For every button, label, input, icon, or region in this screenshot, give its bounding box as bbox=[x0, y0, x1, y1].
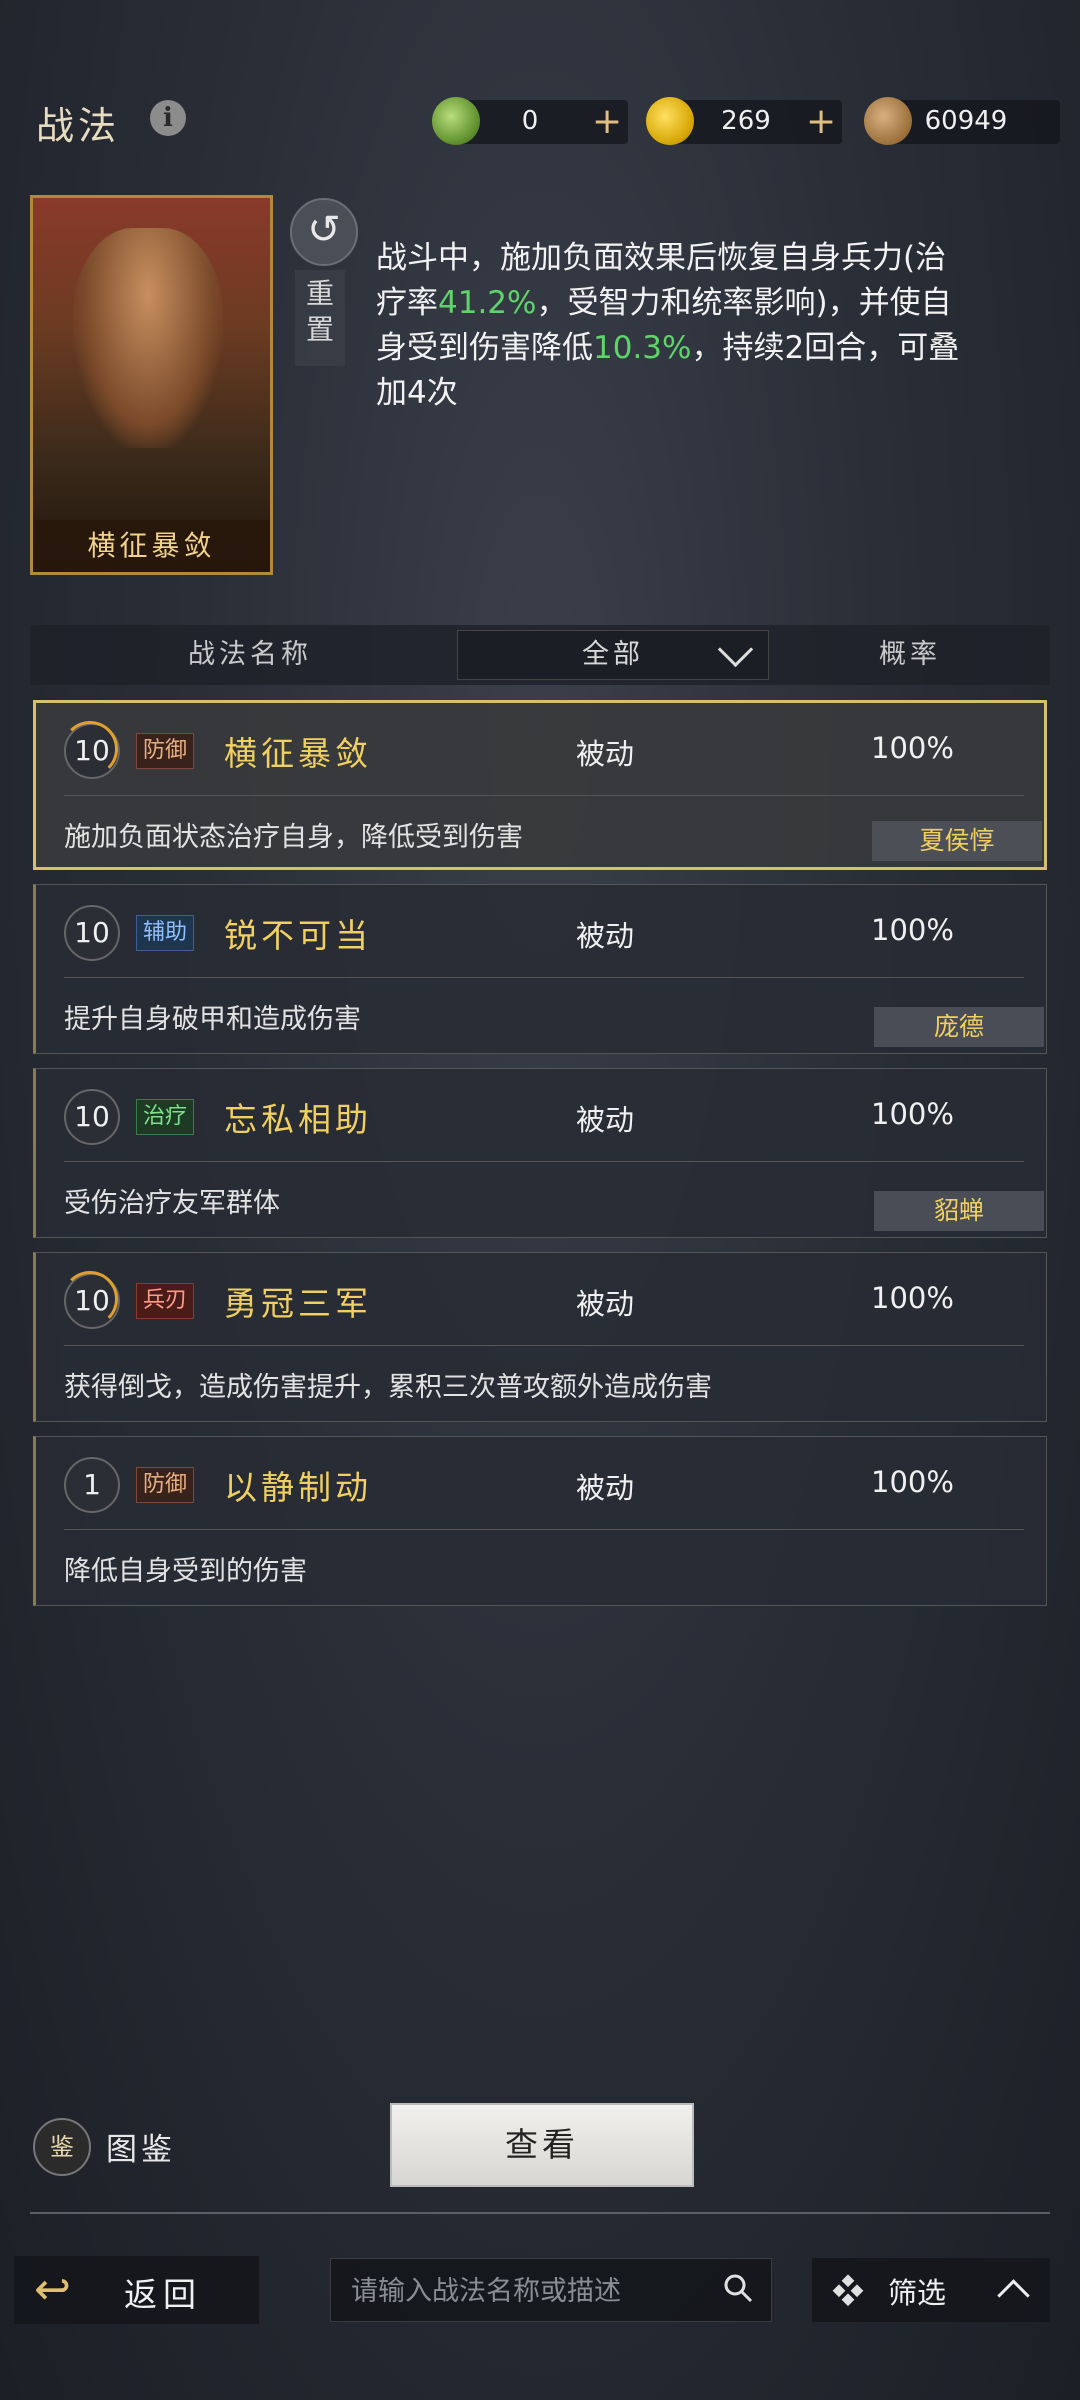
skill-name: 勇冠三军 bbox=[224, 1284, 372, 1323]
skill-owner: 貂蝉 bbox=[874, 1191, 1044, 1231]
skill-tag: 防御 bbox=[136, 1467, 195, 1503]
skill-summary: 提升自身破甲和造成伤害 bbox=[64, 1004, 361, 1035]
skill-tag: 治疗 bbox=[136, 1099, 195, 1135]
skill-name: 忘私相助 bbox=[224, 1100, 372, 1139]
col-rate-header: 概率 bbox=[879, 639, 941, 670]
skill-row[interactable]: 10 治疗 忘私相助 被动 100% 受伤治疗友军群体 貂蝉 bbox=[33, 1068, 1047, 1238]
gold-coin-icon bbox=[646, 97, 694, 145]
skill-description: 战斗中，施加负面效果后恢复自身兵力(治疗率41.2%，受智力和统率影响)，并使自… bbox=[376, 236, 976, 416]
chevron-down-icon bbox=[717, 631, 754, 668]
skill-type: 被动 bbox=[576, 1471, 635, 1505]
skill-owner: 庞德 bbox=[874, 1007, 1044, 1047]
atlas-icon[interactable]: 鉴 bbox=[33, 2118, 91, 2176]
reset-icon[interactable]: ↺ bbox=[290, 198, 358, 266]
skill-name: 以静制动 bbox=[224, 1468, 372, 1507]
skill-type: 被动 bbox=[576, 919, 635, 953]
row-divider bbox=[64, 795, 1024, 796]
skill-row[interactable]: 10 兵刃 勇冠三军 被动 100% 获得倒戈，造成伤害提升，累积三次普攻额外造… bbox=[33, 1252, 1047, 1422]
skill-rate: 100% bbox=[871, 1465, 954, 1499]
skill-row[interactable]: 10 辅助 锐不可当 被动 100% 提升自身破甲和造成伤害 庞德 bbox=[33, 884, 1047, 1054]
skill-rate: 100% bbox=[871, 1097, 954, 1131]
row-divider bbox=[64, 1529, 1024, 1530]
skill-rate: 100% bbox=[871, 913, 954, 947]
type-filter-dropdown[interactable]: 全部 bbox=[457, 630, 769, 680]
add-jade-plus-icon[interactable]: + bbox=[592, 100, 622, 144]
skill-row[interactable]: 1 防御 以静制动 被动 100% 降低自身受到的伤害 bbox=[33, 1436, 1047, 1606]
back-button[interactable]: ↩ 返回 bbox=[14, 2256, 259, 2324]
col-name-header: 战法名称 bbox=[188, 639, 312, 670]
bottom-divider bbox=[30, 2212, 1050, 2214]
level-progress-arc bbox=[62, 1271, 118, 1327]
skill-tag: 辅助 bbox=[136, 915, 195, 951]
skill-tag: 防御 bbox=[136, 733, 195, 769]
skill-rate: 100% bbox=[871, 1281, 954, 1315]
skill-name: 横征暴敛 bbox=[224, 734, 372, 773]
atlas-label[interactable]: 图鉴 bbox=[106, 2124, 176, 2169]
card-artwork bbox=[73, 228, 223, 448]
copper-coin-icon bbox=[864, 97, 912, 145]
search-input[interactable] bbox=[349, 2267, 693, 2315]
heal-rate-value: 41.2% bbox=[438, 285, 537, 321]
card-skill-name: 横征暴敛 bbox=[33, 520, 270, 572]
reset-button[interactable]: 重置 bbox=[295, 270, 345, 366]
skill-summary: 降低自身受到的伤害 bbox=[64, 1556, 307, 1587]
back-arrow-icon: ↩ bbox=[34, 2264, 71, 2315]
info-icon[interactable]: i bbox=[150, 100, 186, 136]
skill-level: 1 bbox=[64, 1457, 120, 1513]
filter-icon bbox=[832, 2274, 864, 2306]
damage-reduce-value: 10.3% bbox=[593, 330, 692, 366]
skill-summary: 获得倒戈，造成伤害提升，累积三次普攻额外造成伤害 bbox=[64, 1372, 712, 1403]
skill-name: 锐不可当 bbox=[224, 916, 372, 955]
skill-type: 被动 bbox=[576, 1103, 635, 1137]
search-box[interactable] bbox=[330, 2258, 772, 2322]
jade-amount: 0 bbox=[521, 106, 539, 136]
row-divider bbox=[64, 1161, 1024, 1162]
skill-summary: 施加负面状态治疗自身，降低受到伤害 bbox=[64, 822, 523, 853]
chevron-up-icon[interactable] bbox=[997, 2279, 1030, 2312]
dropdown-value: 全部 bbox=[582, 639, 644, 670]
skill-level: 10 bbox=[64, 1089, 120, 1145]
skill-type: 被动 bbox=[576, 1287, 635, 1321]
skill-tag: 兵刃 bbox=[136, 1283, 195, 1319]
filter-label: 筛选 bbox=[888, 2276, 947, 2310]
level-progress-arc bbox=[62, 721, 118, 777]
table-header: 战法名称 全部 概率 bbox=[30, 625, 1050, 685]
view-button[interactable]: 查看 bbox=[390, 2103, 694, 2187]
skill-type: 被动 bbox=[576, 737, 635, 771]
skill-summary: 受伤治疗友军群体 bbox=[64, 1188, 280, 1219]
skill-level: 10 bbox=[64, 905, 120, 961]
back-label: 返回 bbox=[124, 2275, 202, 2314]
jade-coin-icon bbox=[432, 97, 480, 145]
copper-amount: 60949 bbox=[924, 106, 1008, 136]
skill-owner: 夏侯惇 bbox=[872, 821, 1042, 861]
reset-label: 重置 bbox=[305, 277, 334, 346]
add-gold-plus-icon[interactable]: + bbox=[806, 100, 836, 144]
search-icon[interactable] bbox=[723, 2273, 753, 2303]
row-divider bbox=[64, 1345, 1024, 1346]
skill-rate: 100% bbox=[871, 731, 954, 765]
skill-row[interactable]: 10 防御 横征暴敛 被动 100% 施加负面状态治疗自身，降低受到伤害 夏侯惇 bbox=[33, 700, 1047, 870]
row-divider bbox=[64, 977, 1024, 978]
filter-button[interactable]: 筛选 bbox=[812, 2258, 1050, 2322]
page-title: 战法 bbox=[36, 104, 121, 148]
gold-amount: 269 bbox=[721, 106, 771, 136]
skill-card[interactable]: 横征暴敛 bbox=[30, 195, 273, 575]
